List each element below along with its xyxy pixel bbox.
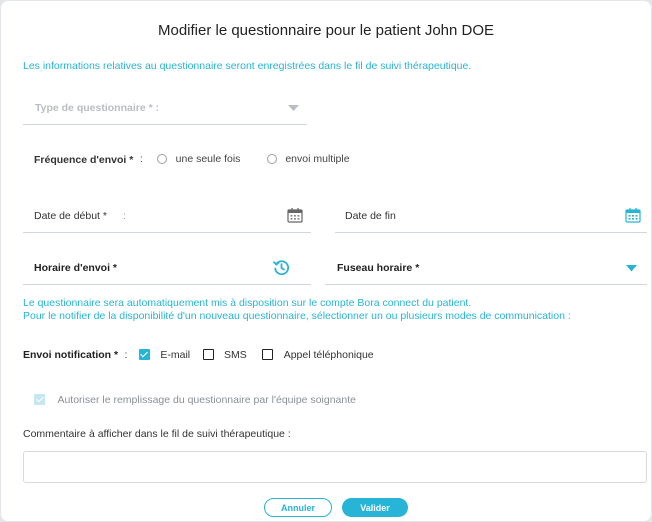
start-date-colon: : xyxy=(123,210,126,222)
timezone-label: Fuseau horaire * xyxy=(337,262,420,274)
frequency-label: Fréquence d'envoi * xyxy=(34,154,134,166)
send-time-underline xyxy=(23,284,311,285)
start-date-field[interactable]: Date de début * : xyxy=(23,201,311,233)
radio-once[interactable]: une seule fois xyxy=(157,150,245,167)
history-clock-icon[interactable] xyxy=(273,259,290,276)
dialog-info-text: Les informations relatives au questionna… xyxy=(23,60,472,72)
checkbox-sms[interactable]: SMS xyxy=(202,346,252,363)
confirm-button[interactable]: Valider xyxy=(342,498,408,517)
cancel-button[interactable]: Annuler xyxy=(264,498,332,517)
checkbox-email-label: E-mail xyxy=(160,348,191,361)
checkbox-phone-label: Appel téléphonique xyxy=(283,348,374,361)
frequency-colon: : xyxy=(139,152,143,165)
notification-colon: : xyxy=(124,348,128,361)
check-icon xyxy=(35,394,44,403)
end-date-underline xyxy=(335,232,647,233)
send-time-field[interactable]: Horaire d'envoi * xyxy=(23,255,311,285)
checkbox-phone[interactable]: Appel téléphonique xyxy=(262,346,374,363)
timezone-select[interactable]: Fuseau horaire * xyxy=(325,255,647,285)
radio-multiple-label: envoi multiple xyxy=(285,152,350,165)
end-date-label: Date de fin xyxy=(345,210,396,222)
radio-once-label: une seule fois xyxy=(175,152,241,165)
allow-team-checkbox[interactable] xyxy=(34,394,45,406)
calendar-icon[interactable] xyxy=(625,207,641,223)
edit-questionnaire-dialog: Modifier le questionnaire pour le patien… xyxy=(0,0,652,522)
frequency-group: Fréquence d'envoi * : une seule fois env… xyxy=(34,150,350,167)
checkbox-sms-box[interactable] xyxy=(202,349,214,361)
notice-line-1: Le questionnaire sera automatiquement mi… xyxy=(23,297,472,309)
end-date-field[interactable]: Date de fin xyxy=(335,201,647,233)
radio-multiple[interactable]: envoi multiple xyxy=(266,150,350,167)
notification-label: Envoi notification * xyxy=(23,348,119,361)
checkbox-sms-label: SMS xyxy=(224,348,247,361)
radio-once-circle[interactable] xyxy=(157,153,168,164)
availability-notice: Le questionnaire sera automatiquement mi… xyxy=(23,297,571,323)
questionnaire-type-underline xyxy=(23,124,307,125)
notification-group: Envoi notification * : E-mail SMS Appel … xyxy=(23,346,374,364)
comment-input[interactable] xyxy=(23,451,647,483)
checkbox-email[interactable]: E-mail xyxy=(138,346,195,363)
start-date-underline xyxy=(23,232,311,233)
questionnaire-type-label: Type de questionnaire * : xyxy=(35,102,160,114)
notice-line-2: Pour le notifier de la disponibilité d'u… xyxy=(23,310,571,322)
chevron-down-icon xyxy=(288,105,299,111)
allow-team-label: Autoriser le remplissage du questionnair… xyxy=(57,393,356,406)
comment-label: Commentaire à afficher dans le fil de su… xyxy=(23,428,291,440)
start-date-label: Date de début * xyxy=(34,210,107,222)
caret-down-icon[interactable] xyxy=(626,265,637,272)
calendar-icon[interactable] xyxy=(287,207,303,223)
checkbox-email-box[interactable] xyxy=(138,349,150,361)
allow-team-fill[interactable]: Autoriser le remplissage du questionnair… xyxy=(34,391,356,409)
radio-multiple-circle[interactable] xyxy=(266,153,277,164)
check-icon xyxy=(140,349,149,358)
timezone-underline xyxy=(325,284,647,285)
checkbox-phone-box[interactable] xyxy=(262,349,274,361)
dialog-title: Modifier le questionnaire pour le patien… xyxy=(157,22,495,39)
questionnaire-type-select[interactable]: Type de questionnaire * : xyxy=(23,95,307,125)
send-time-label: Horaire d'envoi * xyxy=(34,262,118,274)
